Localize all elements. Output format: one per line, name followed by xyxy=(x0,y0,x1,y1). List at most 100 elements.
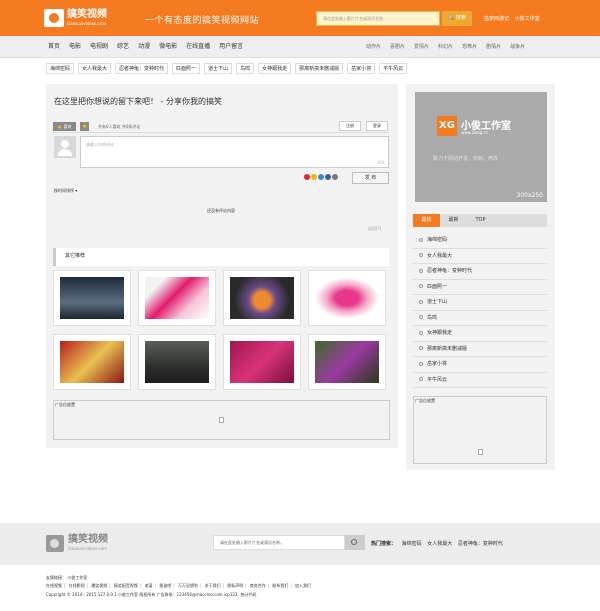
footer-link[interactable]: 爆笑视频 xyxy=(91,583,107,588)
list-item[interactable]: 岳家小将 xyxy=(413,357,547,373)
header-link[interactable]: 苗家西游记 xyxy=(484,16,509,22)
recommend-thumb[interactable] xyxy=(138,334,216,390)
tag[interactable]: 忍者神龟：变种时代 xyxy=(115,63,169,74)
footer-link[interactable]: 我谁吧 xyxy=(159,583,171,588)
tab-hot[interactable]: 最热 xyxy=(413,214,440,227)
tag[interactable]: 匹面照一 xyxy=(172,63,201,74)
list-item-label: 道士下山 xyxy=(427,299,448,305)
report-link[interactable]: 告页[?] xyxy=(368,226,381,232)
footer-search-input[interactable]: 请在此处输入影片片名或演员名称。 xyxy=(213,535,345,550)
poster-image xyxy=(145,277,209,319)
recommend-thumb[interactable] xyxy=(308,270,386,326)
nav-sub-item[interactable]: 剧情片 xyxy=(486,36,501,58)
nav-sub-item[interactable]: 爱情片 xyxy=(414,36,429,58)
chevron-down-icon[interactable] xyxy=(332,174,338,180)
recommend-thumb[interactable] xyxy=(53,334,131,390)
tag[interactable]: 道士下山 xyxy=(204,63,233,74)
login-button[interactable]: 登录 xyxy=(366,121,388,131)
ad-slogan: 致力于网站开发，仿制，修改 xyxy=(433,156,499,162)
list-item[interactable]: 平牛风云 xyxy=(413,373,547,388)
main-ad-slot[interactable]: 广告位放置 xyxy=(53,400,390,440)
ad-dimensions: 300x250 xyxy=(516,192,543,199)
tag[interactable]: 那离新搞未删减版 xyxy=(295,63,344,74)
footer-link[interactable]: 万万没想到 xyxy=(178,583,198,588)
char-count: 300 xyxy=(376,160,384,165)
tag[interactable]: 平牛风云 xyxy=(379,63,408,74)
footer-search-button[interactable] xyxy=(345,535,365,550)
bullet-icon xyxy=(419,330,423,335)
list-item[interactable]: 那离新搞未删减版 xyxy=(413,342,547,357)
nav-item[interactable]: 电影 xyxy=(69,36,81,58)
tencent-icon[interactable] xyxy=(318,174,324,180)
tag[interactable]: 海绵密码 xyxy=(46,63,75,74)
hot-link[interactable]: 海绵密码 xyxy=(402,541,422,547)
footer-link[interactable]: 加入我们 xyxy=(295,583,311,588)
list-item[interactable]: 海绵密码 xyxy=(413,233,547,249)
qzone-icon[interactable] xyxy=(311,174,317,180)
nav-sub-item[interactable]: 喜剧片 xyxy=(390,36,405,58)
list-item[interactable]: 女神跟我走 xyxy=(413,326,547,342)
sort-dropdown[interactable]: 按时间排序 ▾ xyxy=(54,188,77,194)
recommend-thumb[interactable] xyxy=(223,334,301,390)
nav-sub-item[interactable]: 恐怖片 xyxy=(462,36,477,58)
publish-button[interactable]: 发 布 xyxy=(352,172,389,184)
main-nav: 首页 电影 电视剧 综艺 动漫 微电影 在线直播 用户留言 动作片 喜剧片 爱情… xyxy=(0,36,600,58)
nav-item[interactable]: 在线直播 xyxy=(186,36,210,58)
comment-stats: 共有0人喜欢 共0条评论 xyxy=(98,124,141,129)
header-link[interactable]: 小俊工作室 xyxy=(515,16,540,22)
list-item[interactable]: 鸟鸣 xyxy=(413,311,547,326)
tab-top[interactable]: TOP xyxy=(467,214,494,227)
recommend-thumb[interactable] xyxy=(138,270,216,326)
search-input[interactable]: 请在此处输入影片片名或演员名称。 xyxy=(316,11,440,26)
sidebar-ad-banner[interactable]: XG 小俊工作室 www.sloog.cc 致力于网站开发，仿制，修改 300x… xyxy=(415,92,547,202)
nav-sub-item[interactable]: 科幻片 xyxy=(438,36,453,58)
footer-link[interactable]: 商务合作 xyxy=(250,583,266,588)
site-logo[interactable]: 搞笑视频 Gaoxiaovideos.com xyxy=(44,9,130,29)
nav-item[interactable]: 用户留言 xyxy=(219,36,243,58)
sidebar-ad-slot[interactable]: 广告位放置 xyxy=(413,396,547,464)
footer-link[interactable]: 老谋 xyxy=(145,583,153,588)
renren-icon[interactable] xyxy=(325,174,331,180)
nav-item[interactable]: 综艺 xyxy=(117,36,129,58)
list-item[interactable]: 匹面照一 xyxy=(413,280,547,295)
tag[interactable]: 岳家小将 xyxy=(347,63,376,74)
tag[interactable]: 女人我最大 xyxy=(78,63,112,74)
tab-new[interactable]: 最新 xyxy=(440,214,467,227)
list-item[interactable]: 女人我最大 xyxy=(413,249,547,264)
site-slogan: 一个有态度的搞笑视频网站 xyxy=(145,16,260,26)
footer-link[interactable]: 搞笑配音视频 xyxy=(114,583,138,588)
footer-link[interactable]: 隐私声明 xyxy=(227,583,243,588)
nav-item[interactable]: 动漫 xyxy=(138,36,150,58)
footer-link[interactable]: 联系我们 xyxy=(272,583,288,588)
dislike-button[interactable]: 👎 xyxy=(80,122,89,131)
weibo-icon[interactable] xyxy=(304,174,310,180)
list-item[interactable]: 道士下山 xyxy=(413,295,547,311)
footer-link[interactable]: 在线视频 xyxy=(46,583,62,588)
hot-label: 热门搜索： xyxy=(371,541,397,547)
footer-logo[interactable]: 搞笑视频 Gaoxiaovideos.com xyxy=(46,534,146,556)
friend-links[interactable]: 友情链接： 小俊工作室 xyxy=(46,575,87,581)
footer-link[interactable]: 关于我们 xyxy=(204,583,220,588)
register-button[interactable]: 注册 xyxy=(339,121,361,131)
nav-sub-item[interactable]: 战争片 xyxy=(510,36,525,58)
list-item[interactable]: 忍者神龟：变种时代 xyxy=(413,264,547,280)
nav-sub-item[interactable]: 动作片 xyxy=(366,36,381,58)
hot-link[interactable]: 忍者神龟：变种时代 xyxy=(458,541,503,547)
like-button[interactable]: 👍 喜欢 xyxy=(53,122,76,131)
search-button[interactable]: 🔍 搜索 xyxy=(442,11,472,26)
xg-logo-icon: XG xyxy=(437,116,457,136)
tag[interactable]: 鸟鸣 xyxy=(236,63,255,74)
bullet-icon xyxy=(419,299,423,304)
footer-link[interactable]: 在线影视 xyxy=(69,583,85,588)
recommend-thumb[interactable] xyxy=(308,334,386,390)
tag[interactable]: 女神跟我走 xyxy=(258,63,292,74)
nav-item[interactable]: 微电影 xyxy=(159,36,177,58)
hot-link[interactable]: 女人我最大 xyxy=(427,541,452,547)
nav-item[interactable]: 电视剧 xyxy=(90,36,108,58)
nav-sub: 动作片 喜剧片 爱情片 科幻片 恐怖片 剧情片 战争片 xyxy=(366,36,534,58)
comment-input[interactable]: 请输入你的评论 300 xyxy=(80,136,389,168)
recommend-thumb[interactable] xyxy=(53,270,131,326)
nav-item[interactable]: 首页 xyxy=(48,36,60,58)
search-button-label: 搜索 xyxy=(455,15,466,21)
recommend-thumb[interactable] xyxy=(223,270,301,326)
